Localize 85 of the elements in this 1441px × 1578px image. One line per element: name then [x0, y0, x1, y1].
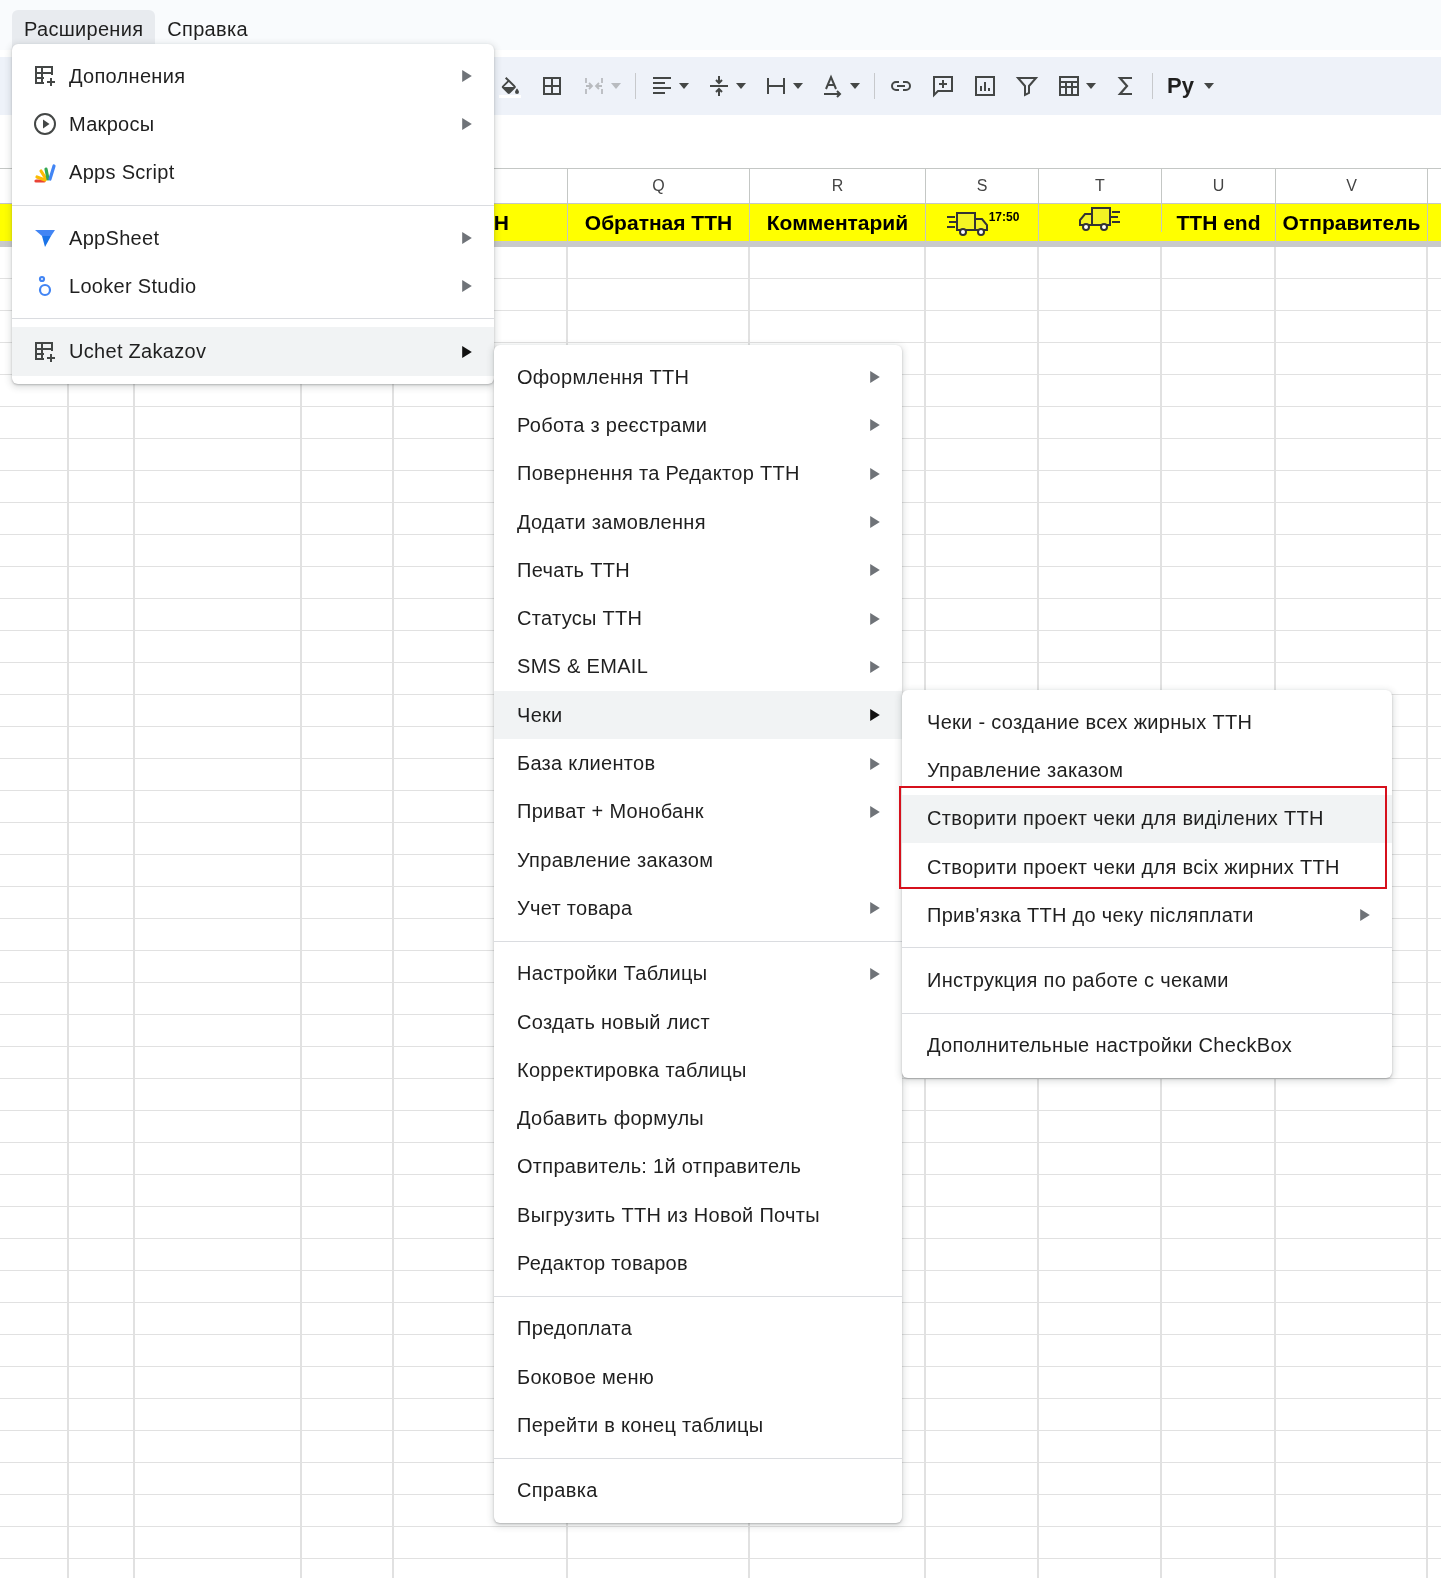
menu-item[interactable]: Настройки Таблицы [494, 949, 902, 998]
menu-item[interactable]: Боковое меню [494, 1352, 902, 1402]
column-title: Отправитель [1282, 210, 1421, 235]
caret-icon [1086, 83, 1096, 89]
caret-icon [679, 83, 689, 89]
filter-icon [1015, 74, 1039, 98]
input-tools-button[interactable]: Ру [1159, 68, 1222, 104]
menu-item[interactable]: Apps Script [12, 148, 494, 197]
table-plus-icon [33, 64, 57, 89]
table-plus-icon [33, 339, 57, 364]
submenu-arrow-icon [870, 419, 880, 432]
column-letter[interactable]: T [1095, 177, 1105, 195]
submenu-arrow-icon [870, 757, 880, 770]
menu-item[interactable]: Оформлення ТТН [494, 353, 902, 402]
menu-item[interactable]: Предоплата [494, 1304, 902, 1353]
caret-icon [850, 83, 860, 89]
menu-item[interactable]: Дополнительные настройки CheckBox [902, 1021, 1392, 1071]
menu-item[interactable]: Створити проект чеки для виділених ТТН [902, 794, 1392, 843]
menu-item[interactable]: Макросы [12, 100, 494, 149]
submenu-arrow-icon [870, 660, 880, 673]
filter-views-icon [1057, 74, 1081, 98]
menu-item[interactable]: Створити проект чеки для всіх жирних ТТН [902, 842, 1392, 892]
menu-item[interactable]: Учет товара [494, 884, 902, 933]
menu-item[interactable]: SMS & EMAIL [494, 642, 902, 692]
menu-item[interactable]: Справка [494, 1466, 902, 1515]
menu-item[interactable]: Отправитель: 1й отправитель [494, 1142, 902, 1192]
menu-item[interactable]: Управление заказом [494, 835, 902, 885]
menu-item[interactable]: Выгрузить ТТН из Новой Почты [494, 1191, 902, 1240]
submenu-arrow-icon [462, 118, 472, 131]
submenu-arrow-icon [870, 902, 880, 915]
menu-item[interactable]: База клиентов [494, 739, 902, 788]
borders-icon [540, 74, 564, 98]
menu-item[interactable]: Управление заказом [902, 746, 1392, 795]
column-letter[interactable]: S [976, 177, 988, 195]
menu-item[interactable]: AppSheet [12, 213, 494, 263]
submenu-arrow-icon [870, 516, 880, 529]
submenu-arrow-icon [870, 612, 880, 625]
submenu-arrow-icon [462, 70, 472, 83]
submenu-arrow-icon [870, 371, 880, 384]
submenu-arrow-icon [462, 232, 472, 245]
menu-item[interactable]: Дополнения [12, 52, 494, 101]
submenu-arrow-icon [870, 564, 880, 577]
column-letter[interactable]: Q [652, 177, 665, 195]
menu-item[interactable]: Перейти в конец таблицы [494, 1401, 902, 1450]
column-letter[interactable]: R [831, 177, 844, 195]
truck-icon [1078, 204, 1122, 232]
menu-item[interactable]: Чеки - создание всех жирных ТТН [902, 698, 1392, 747]
submenu-arrow-icon [870, 467, 880, 480]
caret-icon [793, 83, 803, 89]
column-letter[interactable]: U [1212, 177, 1225, 195]
column-title: Комментарий [766, 210, 909, 235]
fill-color-icon [498, 74, 522, 98]
menu-item[interactable]: Печать ТТН [494, 546, 902, 595]
menu-item[interactable]: Редактор товаров [494, 1239, 902, 1288]
submenu-arrow-icon [462, 345, 472, 358]
menu-item[interactable]: Looker Studio [12, 262, 494, 311]
menu-item[interactable]: Uchet Zakazov [12, 327, 494, 376]
menu-item[interactable]: Приват + Монобанк [494, 787, 902, 836]
menu-item[interactable]: Инструкция по работе с чеками [902, 956, 1392, 1005]
caret-icon [1203, 83, 1214, 89]
menu-item[interactable]: Статусы ТТН [494, 594, 902, 643]
menu-item[interactable]: Корректировка таблицы [494, 1046, 902, 1095]
time-label: 17:50 [988, 210, 1020, 224]
play-icon [33, 112, 57, 137]
submenu-arrow-icon [870, 709, 880, 722]
chart-icon [973, 74, 997, 98]
submenu-arrow-icon [462, 280, 472, 293]
column-title: Н [493, 210, 509, 235]
menu-item[interactable]: Повернення та Редактор ТТН [494, 449, 902, 498]
menu-item[interactable]: Создать новый лист [494, 997, 902, 1047]
submenu-arrow-icon [870, 967, 880, 980]
submenu-arrow-icon [1360, 909, 1370, 922]
menu-item[interactable]: Чеки [494, 691, 902, 740]
caret-icon [611, 83, 621, 89]
menu-item[interactable]: Робота з реєстрами [494, 401, 902, 450]
caret-icon [736, 83, 746, 89]
comment-icon [931, 74, 955, 98]
submenu-arrow-icon [870, 805, 880, 818]
column-letter[interactable]: V [1346, 177, 1357, 195]
vertical-align-icon [707, 74, 731, 98]
menu-item[interactable]: Прив'язка ТТН до чеку післяплати [902, 891, 1392, 940]
menu-item[interactable]: Добавить формулы [494, 1094, 902, 1143]
menu-item[interactable]: Додати замовлення [494, 497, 902, 547]
column-title: ТТН end [1176, 210, 1261, 235]
column-title: Обратная ТТН [584, 210, 733, 235]
